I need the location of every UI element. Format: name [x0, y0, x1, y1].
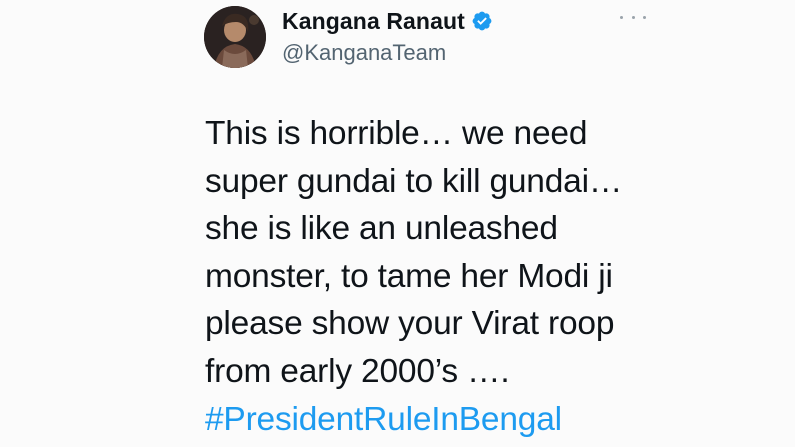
- tweet-text: This is horrible… we need super gundai t…: [205, 110, 765, 443]
- author-avatar[interactable]: [204, 6, 266, 68]
- more-options-button[interactable]: [620, 10, 646, 24]
- author-handle[interactable]: @KanganaTeam: [282, 40, 446, 66]
- tweet-text-line: please show your Virat roop: [205, 305, 615, 343]
- tweet-text-line: This is horrible… we need: [205, 115, 588, 152]
- ellipsis-dot-icon: [643, 15, 646, 19]
- tweet-text-line: she is like an unleashed: [205, 210, 558, 248]
- ellipsis-dot-icon: [631, 15, 635, 19]
- author-name-row: Kangana Ranaut: [282, 6, 493, 36]
- tweet-text-line: monster, to tame her Modi ji: [205, 257, 613, 295]
- tweet-card: Kangana Ranaut @KanganaTeam This is horr…: [0, 0, 795, 447]
- tweet-text-line: from early 2000’s ….: [205, 352, 510, 390]
- hashtag-link[interactable]: #PresidentRuleInBengal: [205, 396, 765, 444]
- avatar-photo-icon: [204, 6, 266, 68]
- author-display-name[interactable]: Kangana Ranaut: [282, 8, 465, 35]
- ellipsis-dot-icon: [620, 15, 623, 19]
- verified-badge-icon: [472, 11, 492, 31]
- tweet-text-line: super gundai to kill gundai…: [205, 162, 623, 200]
